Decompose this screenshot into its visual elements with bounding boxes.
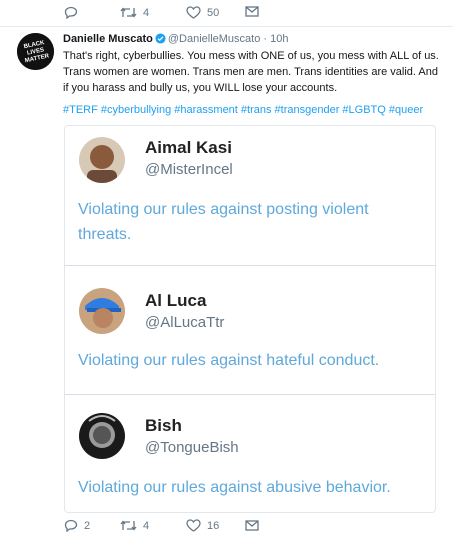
like-count: 16 xyxy=(207,519,220,532)
black-lives-matter-logo: BLACK LIVES MATTER xyxy=(17,33,54,70)
user-photo-icon xyxy=(79,413,125,459)
tweet-text: That's right, cyberbullies. You mess wit… xyxy=(63,50,439,94)
like-button[interactable]: 16 xyxy=(186,519,219,532)
violation-message: Violating our rules against abusive beha… xyxy=(78,479,391,496)
account-handle: @MisterIncel xyxy=(145,161,233,178)
violation-message: Violating our rules against hateful cond… xyxy=(78,352,380,369)
like-button[interactable]: 50 xyxy=(186,6,219,19)
retweet-button[interactable]: 4 xyxy=(120,6,149,19)
account-name: Al Luca xyxy=(145,291,207,310)
reply-count: 2 xyxy=(84,519,91,532)
violation-message: Violating our rules against posting viol… xyxy=(78,201,369,243)
tweet-header: Danielle Muscato @DanielleMuscato · 10h xyxy=(63,32,443,46)
tweet-hashtags[interactable]: #TERF #cyberbullying #harassment #trans … xyxy=(63,103,443,118)
account-handle: @TongueBish xyxy=(145,439,239,456)
account-avatar xyxy=(79,137,125,183)
heart-icon xyxy=(186,6,201,19)
envelope-icon xyxy=(245,520,259,531)
reply-icon xyxy=(64,519,78,532)
suspended-account-entry: Al Luca @AlLucaTtr Violating our rules a… xyxy=(65,266,435,394)
previous-tweet-actions: 4 50 xyxy=(0,0,453,26)
reply-button[interactable] xyxy=(64,6,78,19)
account-avatar xyxy=(79,288,125,334)
like-count: 50 xyxy=(207,6,220,19)
tweet-timestamp[interactable]: · 10h xyxy=(263,33,288,45)
account-name: Bish xyxy=(145,416,182,435)
retweet-count: 4 xyxy=(143,519,150,532)
suspended-account-entry: Aimal Kasi @MisterIncel Violating our ru… xyxy=(65,126,435,266)
direct-message-button[interactable] xyxy=(245,520,259,531)
author-avatar[interactable]: BLACK LIVES MATTER xyxy=(17,33,54,70)
envelope-icon xyxy=(245,6,259,17)
attached-image[interactable]: Aimal Kasi @MisterIncel Violating our ru… xyxy=(64,125,436,513)
retweet-button[interactable]: 4 xyxy=(120,519,149,532)
direct-message-button[interactable] xyxy=(245,6,259,17)
author-handle[interactable]: @DanielleMuscato xyxy=(168,33,261,45)
verified-badge-icon xyxy=(155,33,166,44)
user-photo-icon xyxy=(79,137,125,183)
account-handle: @AlLucaTtr xyxy=(145,314,225,331)
tweet[interactable]: Danielle Muscato @DanielleMuscato · 10h T… xyxy=(63,32,443,118)
account-avatar xyxy=(79,413,125,459)
retweet-icon xyxy=(120,520,137,531)
divider xyxy=(0,26,453,27)
tweet-actions: 2 4 16 xyxy=(0,515,453,537)
heart-icon xyxy=(186,519,201,532)
user-photo-icon xyxy=(79,288,125,334)
account-name: Aimal Kasi xyxy=(145,138,232,157)
retweet-count: 4 xyxy=(143,6,150,19)
reply-icon xyxy=(64,6,78,19)
author-name[interactable]: Danielle Muscato xyxy=(63,33,153,45)
retweet-icon xyxy=(120,7,137,18)
suspended-account-entry: Bish @TongueBish Violating our rules aga… xyxy=(65,395,435,512)
reply-button[interactable]: 2 xyxy=(64,519,90,532)
